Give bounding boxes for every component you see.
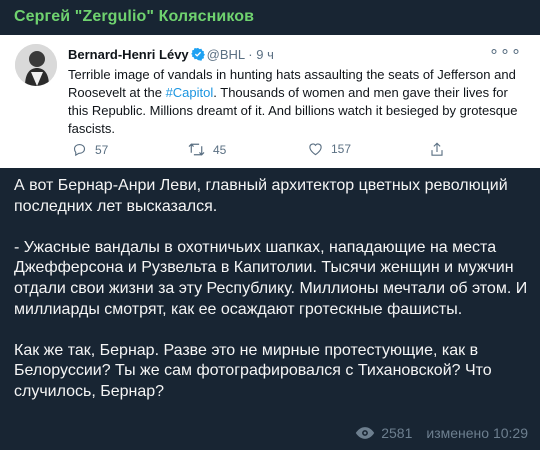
tweet-author-name[interactable]: Bernard-Henri Lévy	[68, 47, 189, 62]
heart-icon	[309, 143, 322, 156]
eye-icon	[356, 427, 375, 439]
author-name[interactable]: Сергей "Zergulio" Колясников	[14, 8, 254, 26]
tweet-header: Bernard-Henri Lévy @BHL · 9 ч	[68, 47, 274, 64]
message-paragraph: - Ужасные вандалы в охотничьих шапках, н…	[14, 238, 528, 318]
like-action[interactable]: 157	[308, 142, 351, 156]
reply-action[interactable]: 57	[72, 142, 108, 157]
tweet-time[interactable]: · 9 ч	[248, 47, 274, 62]
tweet-text: Terrible image of vandals in hunting hat…	[68, 66, 530, 138]
channel-message: Сергей "Zergulio" Колясников Bernard-Hen…	[0, 0, 540, 450]
edited-time: изменено 10:29	[426, 425, 528, 441]
retweet-count: 45	[213, 142, 227, 157]
reply-count: 57	[95, 142, 109, 157]
retweet-icon	[188, 143, 205, 156]
avatar	[15, 44, 57, 86]
share-icon	[431, 142, 443, 156]
reply-icon	[73, 143, 86, 157]
message-paragraph: А вот Бернар-Анри Леви, главный архитект…	[14, 177, 508, 215]
message-footer: 2581 изменено 10:29	[355, 425, 528, 441]
view-count: 2581	[381, 425, 413, 441]
message-paragraph: Как же так, Бернар. Разве это не мирные …	[14, 341, 492, 400]
more-options-icon[interactable]: ∘∘∘	[489, 41, 522, 61]
verified-badge-icon	[190, 47, 205, 64]
share-action[interactable]	[430, 142, 444, 157]
tweet-handle[interactable]: @BHL	[207, 47, 245, 62]
hashtag-link[interactable]: #Capitol	[166, 85, 214, 100]
retweet-action[interactable]: 45	[188, 142, 226, 157]
like-count: 157	[331, 142, 352, 156]
embedded-tweet[interactable]: Bernard-Henri Lévy @BHL · 9 ч ∘∘∘ Terribl…	[0, 35, 540, 168]
message-text: А вот Бернар-Анри Леви, главный архитект…	[14, 176, 528, 403]
